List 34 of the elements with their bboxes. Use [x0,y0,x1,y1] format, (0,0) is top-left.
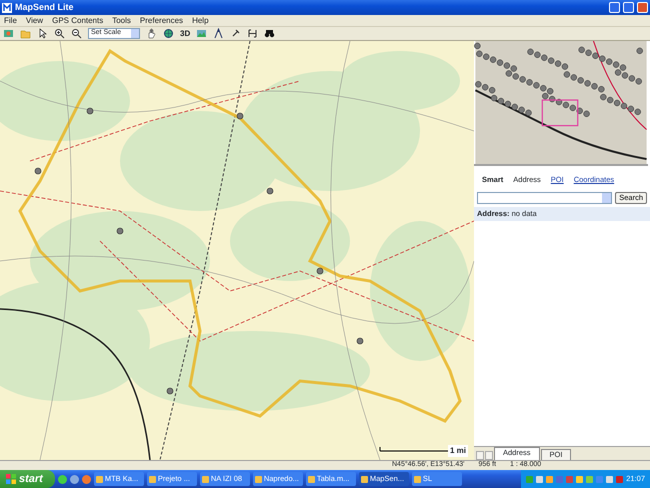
compass-icon[interactable] [213,28,224,39]
3d-view-button[interactable]: 3D [180,28,190,40]
window-icon [308,476,315,482]
window-icon [96,476,103,482]
menu-item[interactable]: Preferences [140,14,184,26]
zoom-in-icon[interactable] [54,28,65,39]
pointer-icon[interactable] [37,28,48,39]
window-title: MapSend Lite [15,0,74,14]
app-icon [2,2,12,12]
minimize-button[interactable] [609,2,620,13]
scroll-left-button[interactable] [476,451,484,460]
globe-icon[interactable] [163,28,174,39]
menu-item[interactable]: Help [192,14,209,26]
menu-item[interactable]: Tools [112,14,131,26]
menu-item[interactable]: View [26,14,44,26]
maximize-button[interactable] [623,2,634,13]
overview-map-drawing[interactable] [474,41,648,166]
binoculars-icon[interactable] [264,28,276,39]
terrain-icon[interactable] [196,28,208,39]
zoom-out-icon[interactable] [71,28,82,39]
window-icon [414,476,421,482]
search-field[interactable] [477,192,612,204]
hand-icon[interactable] [146,28,157,39]
scroll-right-button[interactable] [485,451,493,460]
scale-label: 1 mi [448,445,468,457]
folder-icon[interactable] [20,28,31,39]
windows-logo-icon [6,474,16,484]
close-button[interactable] [637,2,648,13]
window-icon [360,476,368,482]
window-icon [148,476,156,482]
menu-item[interactable]: File [4,14,17,26]
menu-item[interactable]: GPS Contents [52,14,104,26]
window-icon [202,476,209,482]
window-icon [254,476,262,482]
